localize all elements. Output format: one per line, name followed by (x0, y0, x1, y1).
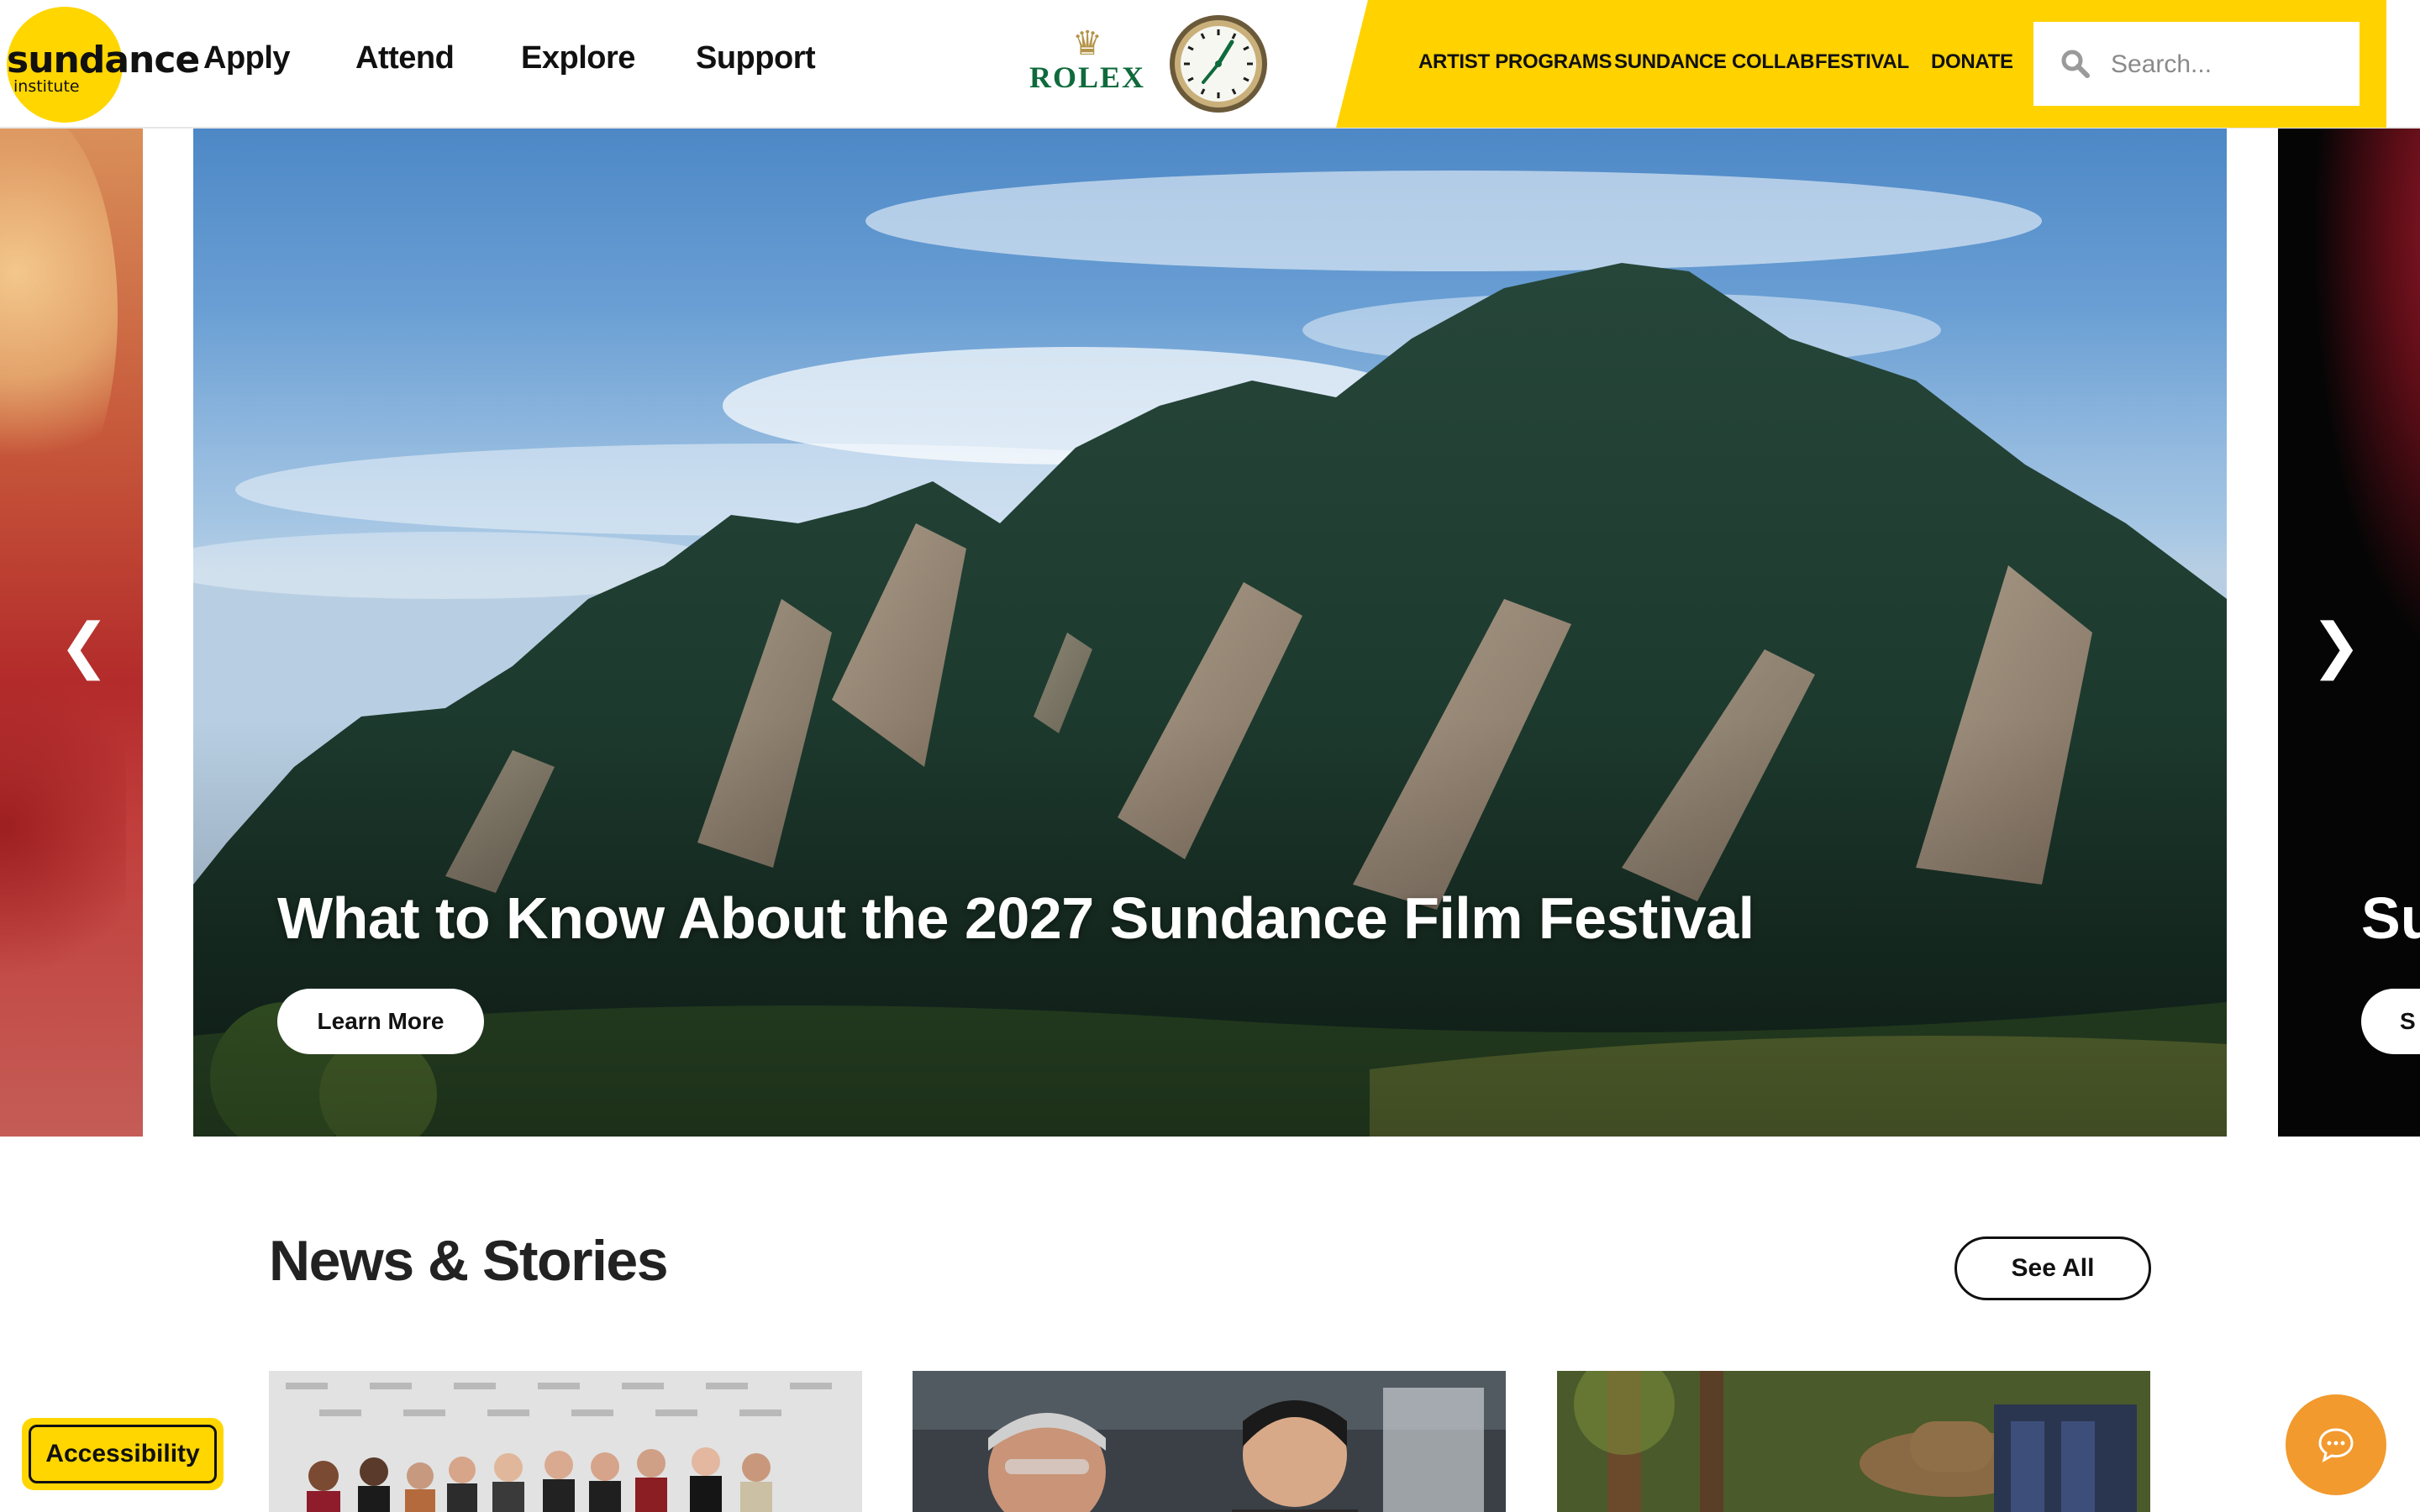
carousel-prev-arrow-icon[interactable]: ❮ (59, 612, 109, 679)
next-slide-button[interactable]: S (2361, 989, 2420, 1054)
logo-wordmark: sundance (7, 39, 200, 81)
rolex-wordmark: ROLEX (1028, 60, 1146, 94)
rolex-sponsor-logo[interactable]: ♛ ROLEX (1027, 27, 1148, 102)
active-slide: What to Know About the 2027 Sundance Fil… (193, 129, 2227, 1137)
nav-explore[interactable]: Explore (521, 40, 635, 76)
nav-attend[interactable]: Attend (355, 40, 455, 76)
sundance-logo[interactable]: sundance institute (0, 0, 200, 129)
hero-title: What to Know About the 2027 Sundance Fil… (277, 885, 1754, 951)
site-header: sundance institute Apply Attend Explore … (0, 0, 2420, 129)
nav-artist-programs[interactable]: ARTIST PROGRAMS (1418, 50, 1612, 74)
nav-apply[interactable]: Apply (203, 40, 291, 76)
learn-more-button[interactable]: Learn More (277, 989, 484, 1054)
nav-donate[interactable]: DONATE (1931, 50, 2013, 74)
news-card-2[interactable] (913, 1371, 1506, 1512)
search-box[interactable] (2033, 22, 2360, 106)
search-input[interactable] (2111, 44, 2346, 86)
chat-button[interactable] (2286, 1394, 2386, 1495)
accessibility-button[interactable]: Accessibility (22, 1418, 224, 1490)
man-in-hat-forest (1557, 1371, 2150, 1512)
see-all-button[interactable]: See All (1954, 1236, 2151, 1300)
crown-icon: ♛ (1072, 25, 1102, 62)
rolex-clock-icon (1170, 15, 1267, 113)
two-people-workshop (913, 1371, 1506, 1512)
premiere-group-photo (269, 1371, 862, 1512)
flatirons-mountain-image (193, 171, 2227, 1137)
chat-bubble-icon (2318, 1428, 2354, 1462)
news-card-3[interactable] (1557, 1371, 2150, 1512)
hero-carousel: What to Know About the 2027 Sundance Fil… (0, 129, 2420, 1137)
nav-festival[interactable]: FESTIVAL (1815, 50, 1909, 74)
nav-sundance-collab[interactable]: SUNDANCE COLLAB (1614, 50, 1814, 74)
carousel-next-arrow-icon[interactable]: ❯ (2311, 612, 2361, 679)
nav-support[interactable]: Support (696, 40, 816, 76)
search-icon[interactable] (2060, 49, 2091, 79)
news-card-1[interactable] (269, 1371, 862, 1512)
news-section-heading: News & Stories (269, 1229, 669, 1293)
accessibility-label: Accessibility (29, 1425, 217, 1483)
next-slide-title: Su (2361, 885, 2420, 951)
logo-subtitle: institute (13, 77, 80, 96)
